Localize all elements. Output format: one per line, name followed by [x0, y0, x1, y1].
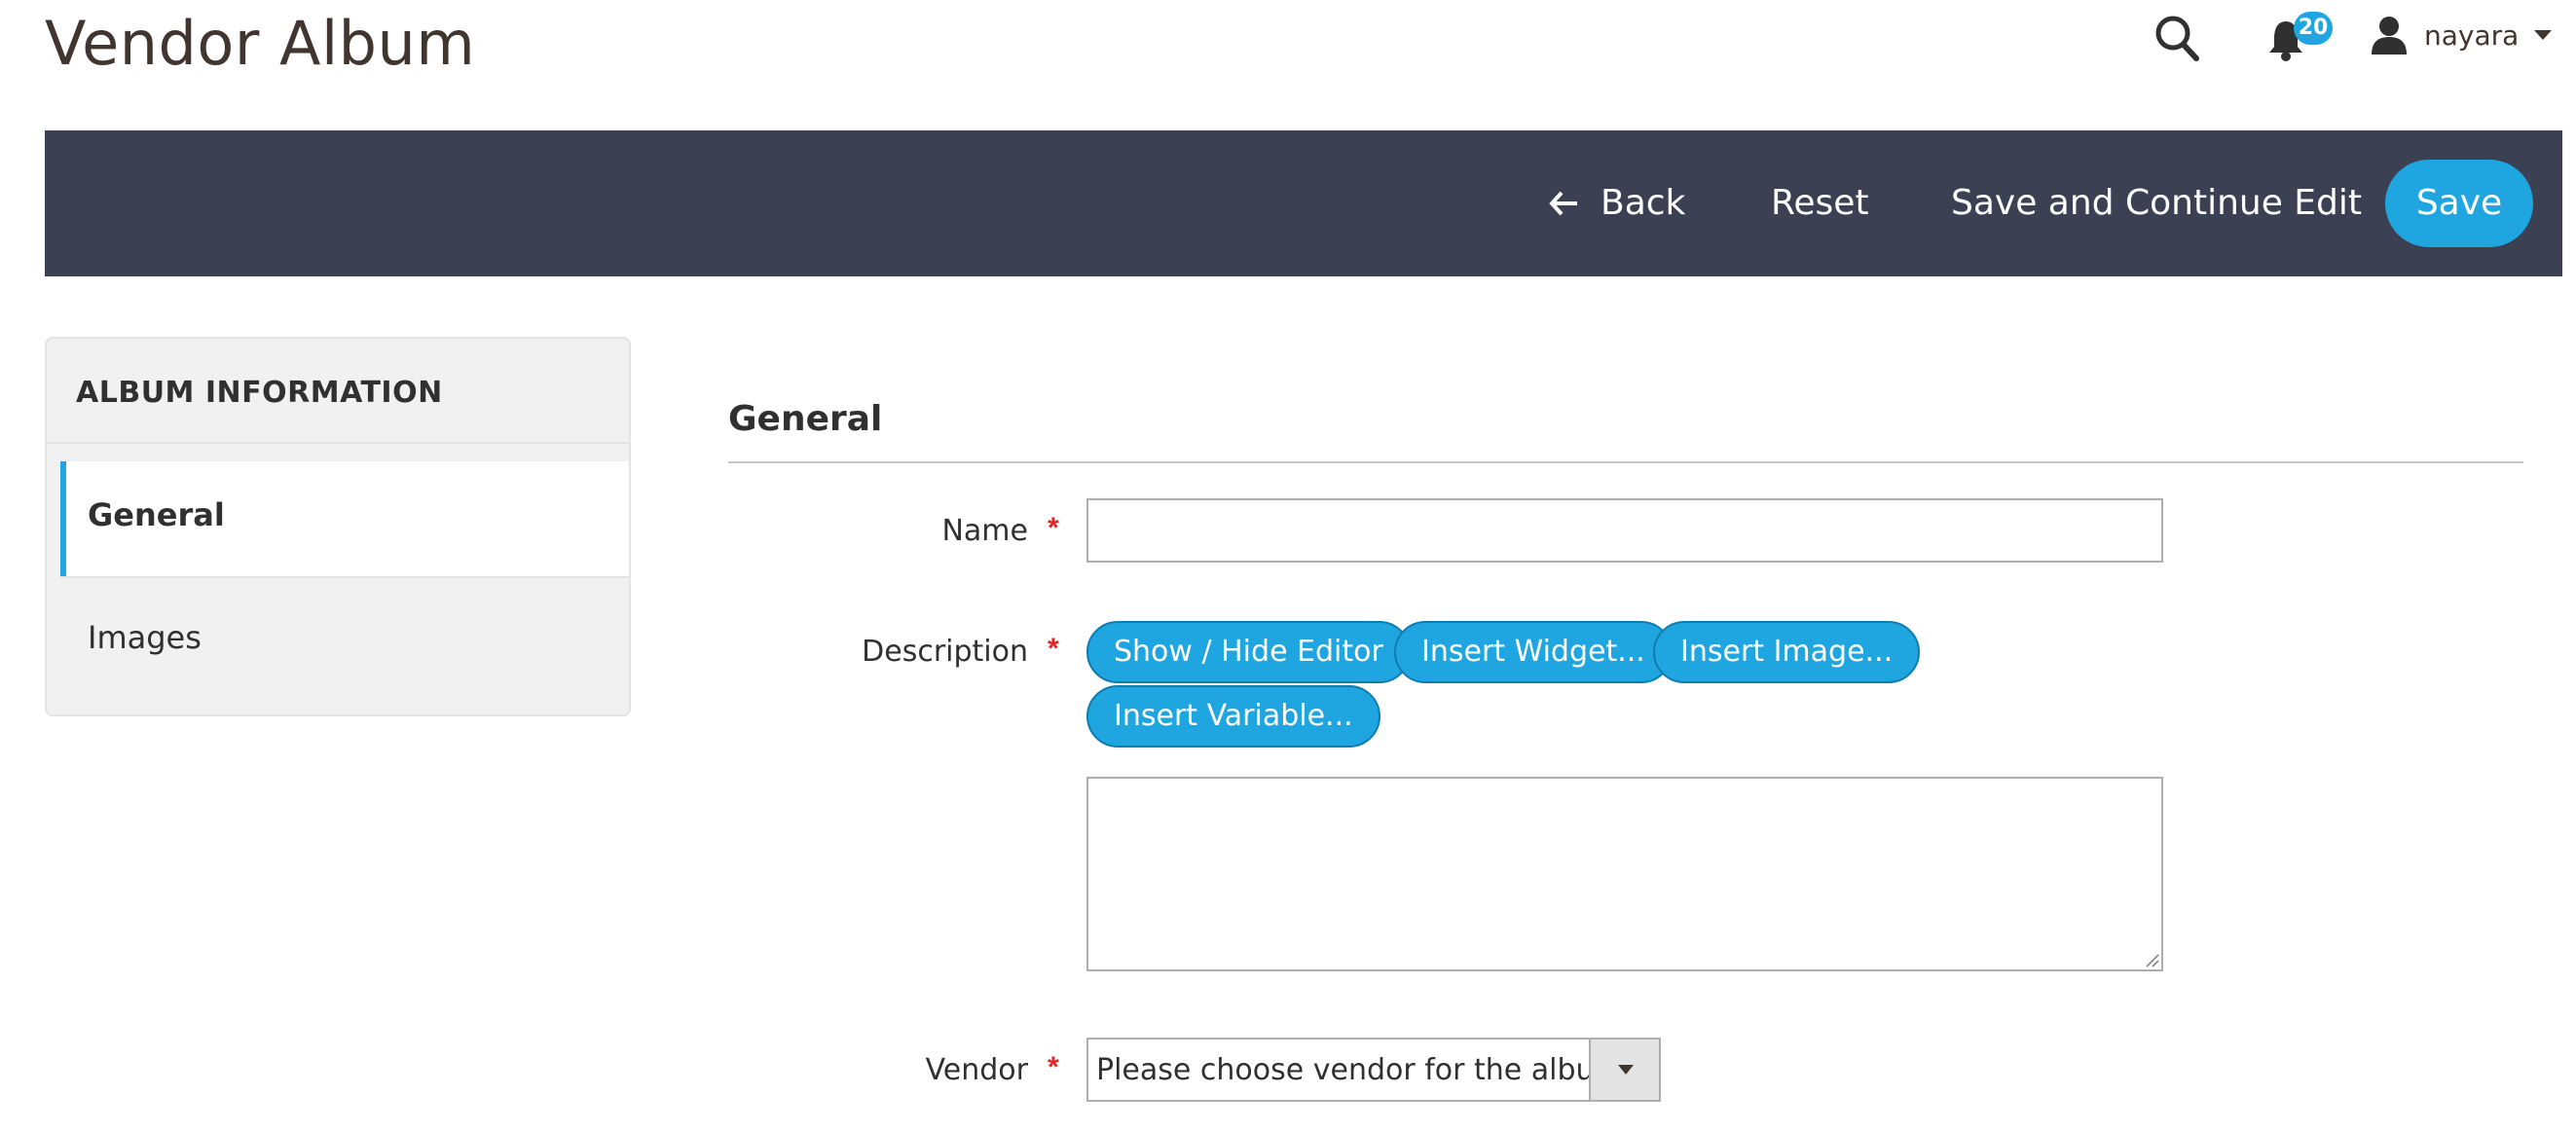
show-hide-editor-button[interactable]: Show / Hide Editor — [1086, 621, 1411, 683]
resize-handle-icon[interactable] — [2144, 952, 2159, 967]
chevron-down-icon — [1618, 1065, 1634, 1075]
page-actions-toolbar: Back Reset Save and Continue Edit Save — [45, 130, 2562, 276]
description-textarea[interactable] — [1086, 777, 2163, 971]
insert-widget-button[interactable]: Insert Widget... — [1394, 621, 1673, 683]
back-label: Back — [1601, 183, 1686, 223]
nav-item-images[interactable]: Images — [60, 576, 629, 693]
arrow-left-icon — [1549, 191, 1577, 216]
user-avatar-icon — [2372, 17, 2407, 55]
required-marker: * — [1048, 512, 1059, 544]
nav-heading: ALBUM INFORMATION — [76, 376, 443, 410]
name-label: Name — [941, 514, 1028, 548]
save-and-continue-button[interactable]: Save and Continue Edit — [1951, 130, 2362, 276]
dropdown-toggle[interactable] — [1589, 1040, 1659, 1100]
search-icon[interactable] — [2153, 14, 2200, 64]
user-name: nayara — [2424, 18, 2520, 52]
name-input[interactable] — [1086, 498, 2163, 563]
insert-variable-button[interactable]: Insert Variable... — [1086, 685, 1380, 748]
insert-image-button[interactable]: Insert Image... — [1653, 621, 1921, 683]
description-label: Description — [862, 635, 1028, 669]
notifications-count-badge[interactable]: 20 — [2294, 12, 2333, 45]
reset-button[interactable]: Reset — [1771, 130, 1869, 276]
section-title: General — [728, 399, 883, 439]
required-marker: * — [1048, 1051, 1059, 1083]
save-button[interactable]: Save — [2385, 160, 2533, 247]
nav-item-general[interactable]: General — [60, 461, 629, 576]
nav-item-label: Images — [88, 619, 202, 656]
nav-divider — [47, 442, 629, 444]
section-divider — [728, 461, 2523, 463]
chevron-down-icon — [2534, 30, 2553, 40]
nav-item-label: General — [88, 496, 225, 533]
page-title: Vendor Album — [45, 8, 476, 79]
user-account-menu[interactable]: nayara — [2370, 12, 2553, 58]
vendor-label: Vendor — [925, 1053, 1028, 1087]
album-information-nav: ALBUM INFORMATION General Images — [45, 337, 631, 716]
vendor-select-value: Please choose vendor for the album — [1096, 1053, 1623, 1087]
vendor-select[interactable]: Please choose vendor for the album — [1086, 1038, 1661, 1102]
back-button[interactable]: Back — [1548, 130, 1685, 276]
required-marker: * — [1048, 633, 1059, 665]
